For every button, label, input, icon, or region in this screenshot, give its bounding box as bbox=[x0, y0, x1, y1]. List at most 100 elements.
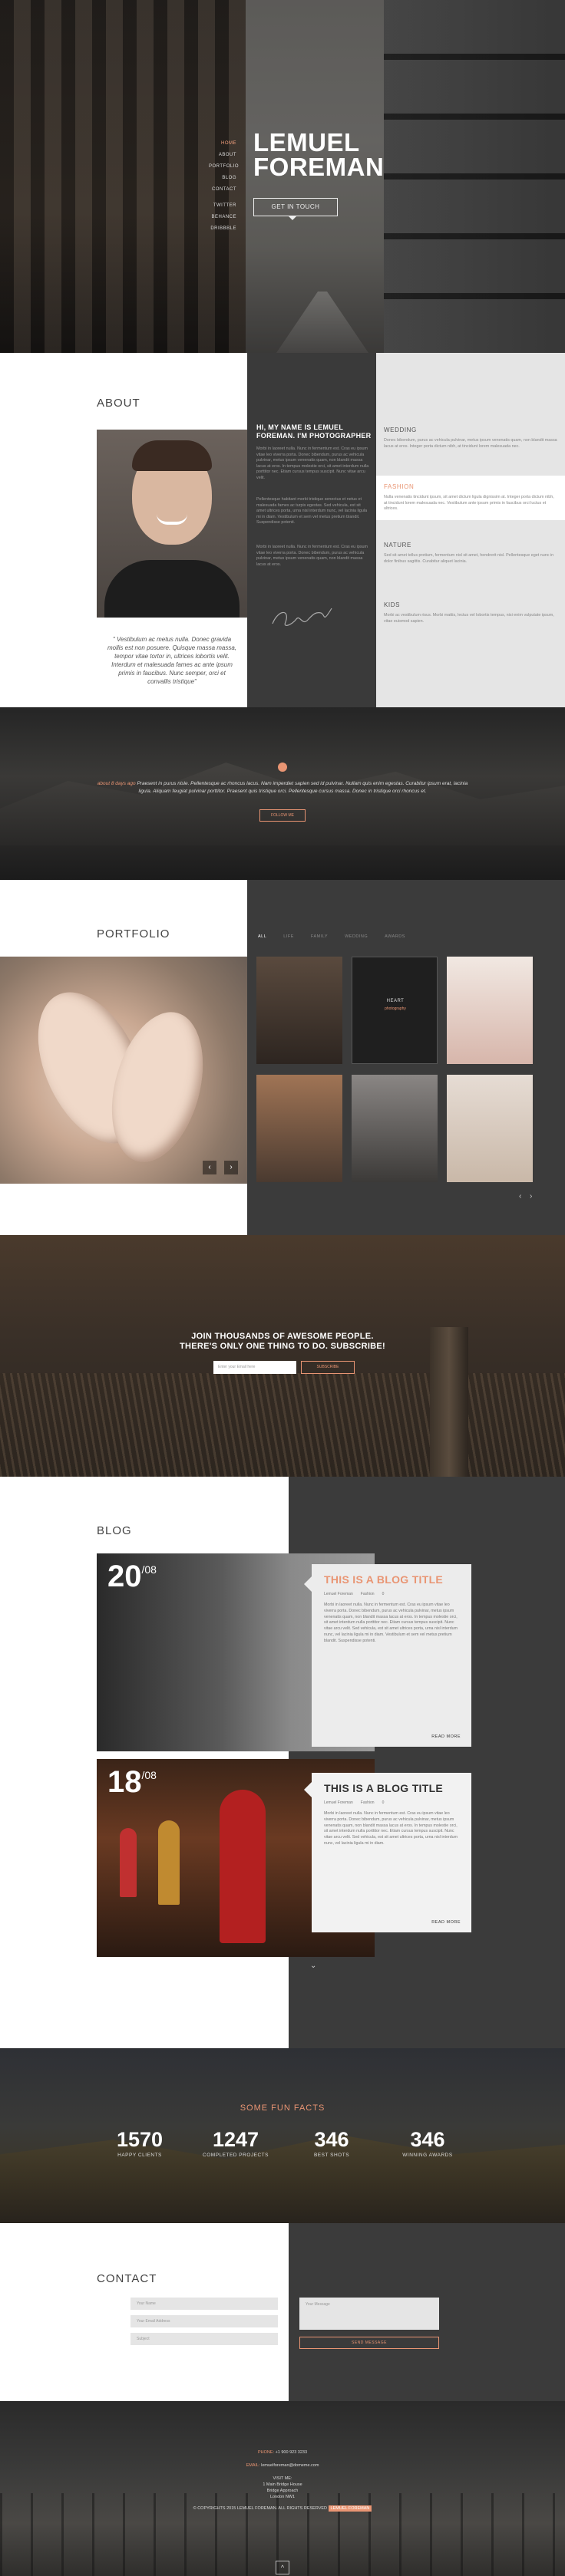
portrait-photo bbox=[97, 430, 247, 618]
fence-post bbox=[430, 1327, 468, 1477]
email-value[interactable]: lemuelforeman@domeme.com bbox=[261, 2463, 319, 2468]
nav-home[interactable]: HOME bbox=[209, 138, 236, 150]
subject-field[interactable]: Subject bbox=[131, 2333, 278, 2345]
social-dribbble[interactable]: DRIBBBLE bbox=[209, 223, 236, 235]
email-field[interactable]: Your Email Address bbox=[131, 2315, 278, 2327]
category-desc: Morbi ac vestibulum risus. Morbi mattis,… bbox=[384, 613, 554, 624]
filter-awards[interactable]: AWARDS bbox=[385, 934, 405, 939]
footer-phone: PHONE: +1 900 923 3233 bbox=[0, 2449, 565, 2456]
nav-blog[interactable]: BLOG bbox=[209, 173, 236, 184]
slider-prev-button[interactable]: ‹ bbox=[203, 1161, 216, 1174]
footer-address-line2: Bridge Approach bbox=[266, 2489, 299, 2493]
phone-value[interactable]: +1 900 923 3233 bbox=[276, 2450, 307, 2455]
category-title: FASHION bbox=[384, 483, 415, 490]
blog-meta: Lemuel Foreman Fashion 0 bbox=[324, 1592, 459, 1596]
footer-address-line3: London NW1 bbox=[269, 2495, 296, 2499]
social-twitter[interactable]: TWITTER bbox=[209, 200, 236, 212]
footer-section: PHONE: +1 900 923 3233 EMAIL: lemuelfore… bbox=[0, 2401, 565, 2576]
portfolio-thumb-beach[interactable] bbox=[447, 1075, 533, 1182]
category-title: NATURE bbox=[384, 542, 411, 548]
filter-all[interactable]: ALL bbox=[258, 934, 266, 939]
twitter-icon bbox=[278, 763, 287, 772]
hero-name-line1: LEMUEL bbox=[253, 128, 360, 156]
follow-me-button[interactable]: FOLLOW ME bbox=[259, 809, 306, 822]
load-more-chevron-icon[interactable]: ⌄ bbox=[310, 1962, 316, 1970]
portfolio-thumb-flowers[interactable] bbox=[447, 957, 533, 1064]
blog-author[interactable]: Lemuel Foreman bbox=[324, 1800, 353, 1805]
slider-next-button[interactable]: › bbox=[224, 1161, 238, 1174]
subscribe-section: JOIN THOUSANDS OF AWESOME PEOPLE. THERE'… bbox=[0, 1235, 565, 1477]
category-fashion[interactable]: FASHION Nulla venenatis tincidunt ipsum,… bbox=[376, 476, 565, 520]
thumb-hover-title: HEART bbox=[386, 999, 405, 1003]
about-title: ABOUT bbox=[97, 397, 140, 410]
filter-life[interactable]: LIFE bbox=[283, 934, 294, 939]
model-figure bbox=[158, 1820, 180, 1905]
category-wedding[interactable]: WEDDING Donec bibendum, purus ac vehicul… bbox=[384, 427, 560, 450]
fact-label: BEST SHOTS bbox=[313, 2153, 350, 2158]
blog-post-title[interactable]: THIS IS A BLOG TITLE bbox=[324, 1782, 459, 1794]
read-more-link[interactable]: READ MORE bbox=[431, 1920, 461, 1925]
card-pointer bbox=[304, 1576, 312, 1592]
fact-value: 1247 bbox=[212, 2128, 259, 2151]
nav-contact[interactable]: CONTACT bbox=[209, 184, 236, 196]
portfolio-prev-arrow[interactable]: ‹ bbox=[519, 1192, 521, 1201]
filter-family[interactable]: FAMILY bbox=[311, 934, 328, 939]
landscape-background bbox=[0, 2134, 565, 2223]
model-figure bbox=[220, 1790, 266, 1943]
hero-name-line2: FOREMAN bbox=[253, 153, 385, 181]
thumb-hover-subtitle: photography bbox=[385, 1006, 406, 1011]
contact-title: CONTACT bbox=[97, 2272, 157, 2285]
send-message-button[interactable]: SEND MESSAGE bbox=[299, 2337, 439, 2349]
blog-month-value: 08 bbox=[144, 1769, 157, 1781]
subscribe-title: JOIN THOUSANDS OF AWESOME PEOPLE. THERE'… bbox=[154, 1332, 411, 1352]
social-behance[interactable]: BEHANCE bbox=[209, 212, 236, 223]
portfolio-featured-image[interactable] bbox=[0, 957, 247, 1184]
fact-label: HAPPY CLIENTS bbox=[117, 2153, 162, 2158]
blog-comments[interactable]: 0 bbox=[382, 1800, 385, 1805]
message-field[interactable]: Your Message bbox=[299, 2298, 439, 2330]
read-more-link[interactable]: READ MORE bbox=[431, 1734, 461, 1739]
fun-facts-section: SOME FUN FACTS 1570 HAPPY CLIENTS 1247 C… bbox=[0, 2048, 565, 2223]
blog-section: BLOG 20/08 THIS IS A BLOG TITLE Lemuel F… bbox=[0, 1477, 565, 2048]
portfolio-thumb-boy[interactable] bbox=[256, 1075, 342, 1182]
main-nav: HOME ABOUT PORTFOLIO BLOG CONTACT TWITTE… bbox=[209, 138, 239, 235]
fact-item: 346 WINNING AWARDS bbox=[382, 2128, 474, 2158]
phone-label: PHONE: bbox=[257, 2450, 275, 2455]
subscribe-title-line2: THERE'S ONLY ONE THING TO DO. SUBSCRIBE! bbox=[179, 1342, 386, 1351]
about-categories-panel bbox=[376, 353, 565, 707]
nav-about[interactable]: ABOUT bbox=[209, 150, 236, 161]
subscribe-button[interactable]: SUBSCRIBE bbox=[301, 1361, 355, 1374]
name-field[interactable]: Your Name bbox=[131, 2298, 278, 2310]
card-pointer bbox=[304, 1782, 312, 1797]
portfolio-thumb-fashion-show[interactable] bbox=[256, 957, 342, 1064]
back-to-top-button[interactable]: ^ bbox=[276, 2561, 289, 2574]
hero-section: HOME ABOUT PORTFOLIO BLOG CONTACT TWITTE… bbox=[0, 0, 565, 353]
blog-post-title[interactable]: THIS IS A BLOG TITLE bbox=[324, 1573, 459, 1586]
blog-tag[interactable]: Fashion bbox=[361, 1800, 375, 1805]
portfolio-thumb-couple[interactable] bbox=[352, 1075, 438, 1182]
category-kids[interactable]: KIDS Morbi ac vestibulum risus. Morbi ma… bbox=[384, 601, 560, 624]
category-desc: Nulla venenatis tincidunt ipsum, sit ame… bbox=[384, 495, 554, 511]
blog-tag[interactable]: Fashion bbox=[361, 1592, 375, 1596]
nav-portfolio[interactable]: PORTFOLIO bbox=[209, 161, 239, 173]
blog-title: BLOG bbox=[97, 1524, 132, 1537]
blog-comments[interactable]: 0 bbox=[382, 1592, 385, 1596]
fact-item: 1570 HAPPY CLIENTS bbox=[94, 2128, 186, 2158]
get-in-touch-button[interactable]: GET IN TOUCH bbox=[253, 198, 338, 216]
category-nature[interactable]: NATURE Sed sit amet tellus pretium, ferm… bbox=[384, 542, 560, 565]
portfolio-thumb-heart[interactable]: HEART photography bbox=[352, 957, 438, 1064]
blog-day: 20 bbox=[107, 1560, 142, 1593]
portfolio-next-arrow[interactable]: › bbox=[530, 1192, 532, 1201]
category-title: WEDDING bbox=[384, 427, 417, 433]
fact-label: WINNING AWARDS bbox=[402, 2153, 453, 2158]
blog-card: THIS IS A BLOG TITLE Lemuel Foreman Fash… bbox=[312, 1564, 471, 1747]
blog-author[interactable]: Lemuel Foreman bbox=[324, 1592, 353, 1596]
blog-month: /08 bbox=[141, 1563, 157, 1576]
portfolio-filters: ALL LIFE FAMILY WEDDING AWARDS bbox=[258, 934, 405, 939]
category-desc: Sed sit amet tellus pretium, fermentum n… bbox=[384, 553, 554, 564]
blog-month-value: 08 bbox=[144, 1563, 157, 1576]
tweet-text: about 8 days ago Praesent in purus nisle… bbox=[92, 780, 473, 796]
footer-address-line1: 1 Main Bridge House bbox=[263, 2482, 302, 2487]
subscribe-email-input[interactable]: Enter your Email here bbox=[213, 1361, 296, 1374]
filter-wedding[interactable]: WEDDING bbox=[345, 934, 368, 939]
